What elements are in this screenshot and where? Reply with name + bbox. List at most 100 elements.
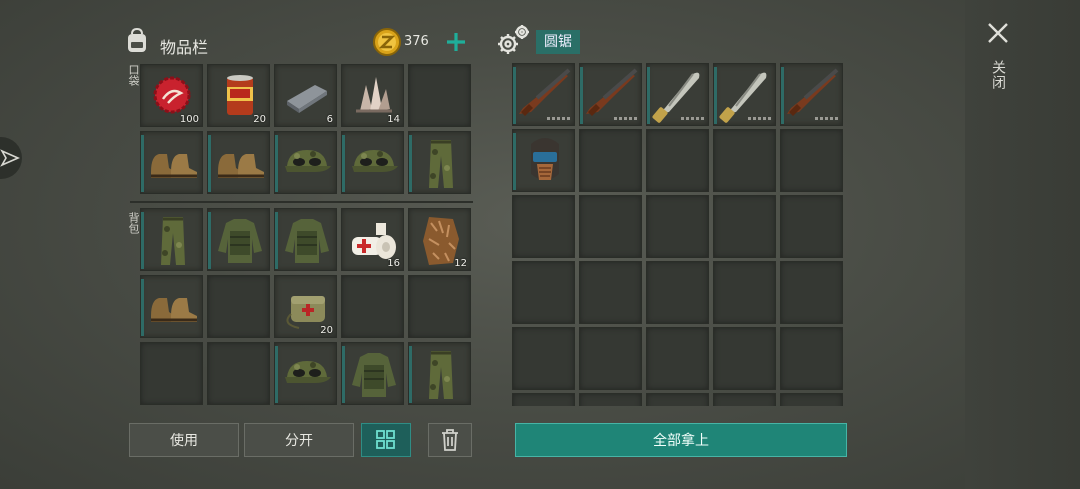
- coin-icon: [373, 28, 401, 56]
- trash-icon: [442, 429, 458, 451]
- saw-slot[interactable]: [780, 129, 843, 192]
- backpack-slot[interactable]: [140, 342, 203, 405]
- side-drawer-tab[interactable]: [0, 137, 22, 179]
- saw-slot[interactable]: [646, 261, 709, 324]
- backpack-slot[interactable]: [274, 342, 337, 405]
- welding-mask-icon: [531, 138, 559, 180]
- saw-slot[interactable]: [579, 327, 642, 390]
- saw-slot[interactable]: [646, 129, 709, 192]
- backpack-slot[interactable]: [341, 275, 404, 338]
- pocket-slot[interactable]: [341, 131, 404, 194]
- ammo-dots: [815, 117, 838, 120]
- camo-cap-icon: [285, 361, 331, 383]
- saw-slot[interactable]: [780, 393, 843, 406]
- backpack-slot[interactable]: [274, 208, 337, 271]
- armored-jacket-icon: [218, 219, 262, 263]
- item-count: 100: [179, 114, 199, 125]
- saw-slot[interactable]: [646, 327, 709, 390]
- saw-slot[interactable]: [579, 63, 642, 126]
- camo-pants-icon: [161, 217, 185, 265]
- pocket-slot[interactable]: [408, 64, 471, 127]
- close-label[interactable]: 关闭: [988, 60, 1008, 90]
- ammo-dots: [614, 117, 637, 120]
- ammo-dots: [547, 117, 570, 120]
- saw-slot[interactable]: [579, 393, 642, 406]
- saw-slot[interactable]: [780, 327, 843, 390]
- saw-slot[interactable]: [512, 261, 575, 324]
- camo-pants-icon: [429, 140, 453, 188]
- backpack-slot[interactable]: [207, 342, 270, 405]
- saw-slot[interactable]: [713, 129, 776, 192]
- saw-slot[interactable]: [713, 327, 776, 390]
- trash-button[interactable]: [428, 423, 472, 457]
- pocket-slot[interactable]: 20: [207, 64, 270, 127]
- pocket-slot[interactable]: 6: [274, 64, 337, 127]
- saw-slot[interactable]: [713, 63, 776, 126]
- boots-icon: [218, 154, 264, 178]
- split-button[interactable]: 分开: [244, 423, 354, 457]
- boots-icon: [151, 298, 197, 322]
- armored-jacket-icon: [352, 353, 396, 397]
- item-count: 20: [253, 114, 266, 125]
- pocket-slot[interactable]: [274, 131, 337, 194]
- ammo-dots: [681, 117, 704, 120]
- saw-slot[interactable]: [646, 393, 709, 406]
- item-count: 6: [326, 114, 333, 125]
- saw-slot[interactable]: [512, 195, 575, 258]
- armored-jacket-icon: [285, 219, 329, 263]
- backpack-slot[interactable]: 20: [274, 275, 337, 338]
- saw-slot[interactable]: [713, 261, 776, 324]
- item-count: 14: [387, 114, 400, 125]
- take-all-button[interactable]: 全部拿上: [515, 423, 847, 457]
- pocket-slot[interactable]: 14: [341, 64, 404, 127]
- camo-pants-icon: [429, 351, 453, 399]
- saw-slot[interactable]: [780, 261, 843, 324]
- saw-slot[interactable]: [579, 129, 642, 192]
- pocket-slot[interactable]: [207, 131, 270, 194]
- saw-slot[interactable]: [646, 63, 709, 126]
- use-button[interactable]: 使用: [129, 423, 239, 457]
- item-count: 20: [320, 325, 333, 336]
- backpack-slot[interactable]: [408, 275, 471, 338]
- pocket-label: 口袋: [127, 64, 140, 86]
- saw-slot[interactable]: [512, 393, 575, 406]
- saw-slot[interactable]: [512, 327, 575, 390]
- saw-slot[interactable]: [713, 393, 776, 406]
- inventory-title: 物品栏: [160, 38, 209, 57]
- backpack-slot[interactable]: 12: [408, 208, 471, 271]
- item-count: 12: [454, 258, 467, 269]
- ammo-dots: [748, 117, 771, 120]
- close-icon[interactable]: [985, 20, 1011, 46]
- saw-slot[interactable]: [512, 63, 575, 126]
- saw-slot[interactable]: [780, 63, 843, 126]
- grid-sort-icon: [376, 430, 395, 449]
- saw-slot[interactable]: [713, 195, 776, 258]
- camo-cap-icon: [285, 150, 331, 172]
- backpack-slot[interactable]: 16: [341, 208, 404, 271]
- pocket-slot[interactable]: [408, 131, 471, 194]
- sort-button[interactable]: [361, 423, 411, 457]
- inventory-header: 物品栏 376: [122, 26, 472, 58]
- section-divider: [130, 201, 473, 203]
- pocket-slot[interactable]: [140, 131, 203, 194]
- saw-slot[interactable]: [579, 261, 642, 324]
- saw-slot[interactable]: [646, 195, 709, 258]
- backpack-slot[interactable]: [207, 275, 270, 338]
- send-arrow-icon: [0, 149, 20, 167]
- saw-title: 圆锯: [536, 30, 580, 54]
- backpack-slot[interactable]: [408, 342, 471, 405]
- backpack-slot[interactable]: [140, 275, 203, 338]
- gears-icon: [498, 25, 529, 54]
- saw-slot[interactable]: [579, 195, 642, 258]
- backpack-label: 背包: [127, 212, 140, 234]
- pocket-slot[interactable]: 100: [140, 64, 203, 127]
- item-count: 16: [387, 258, 400, 269]
- saw-slot[interactable]: [512, 129, 575, 192]
- backpack-icon: [128, 27, 146, 52]
- backpack-slot[interactable]: [140, 208, 203, 271]
- saw-slot[interactable]: [780, 195, 843, 258]
- backpack-slot[interactable]: [207, 208, 270, 271]
- saw-header: 圆锯: [496, 22, 616, 58]
- add-coins-button[interactable]: [444, 30, 468, 54]
- backpack-slot[interactable]: [341, 342, 404, 405]
